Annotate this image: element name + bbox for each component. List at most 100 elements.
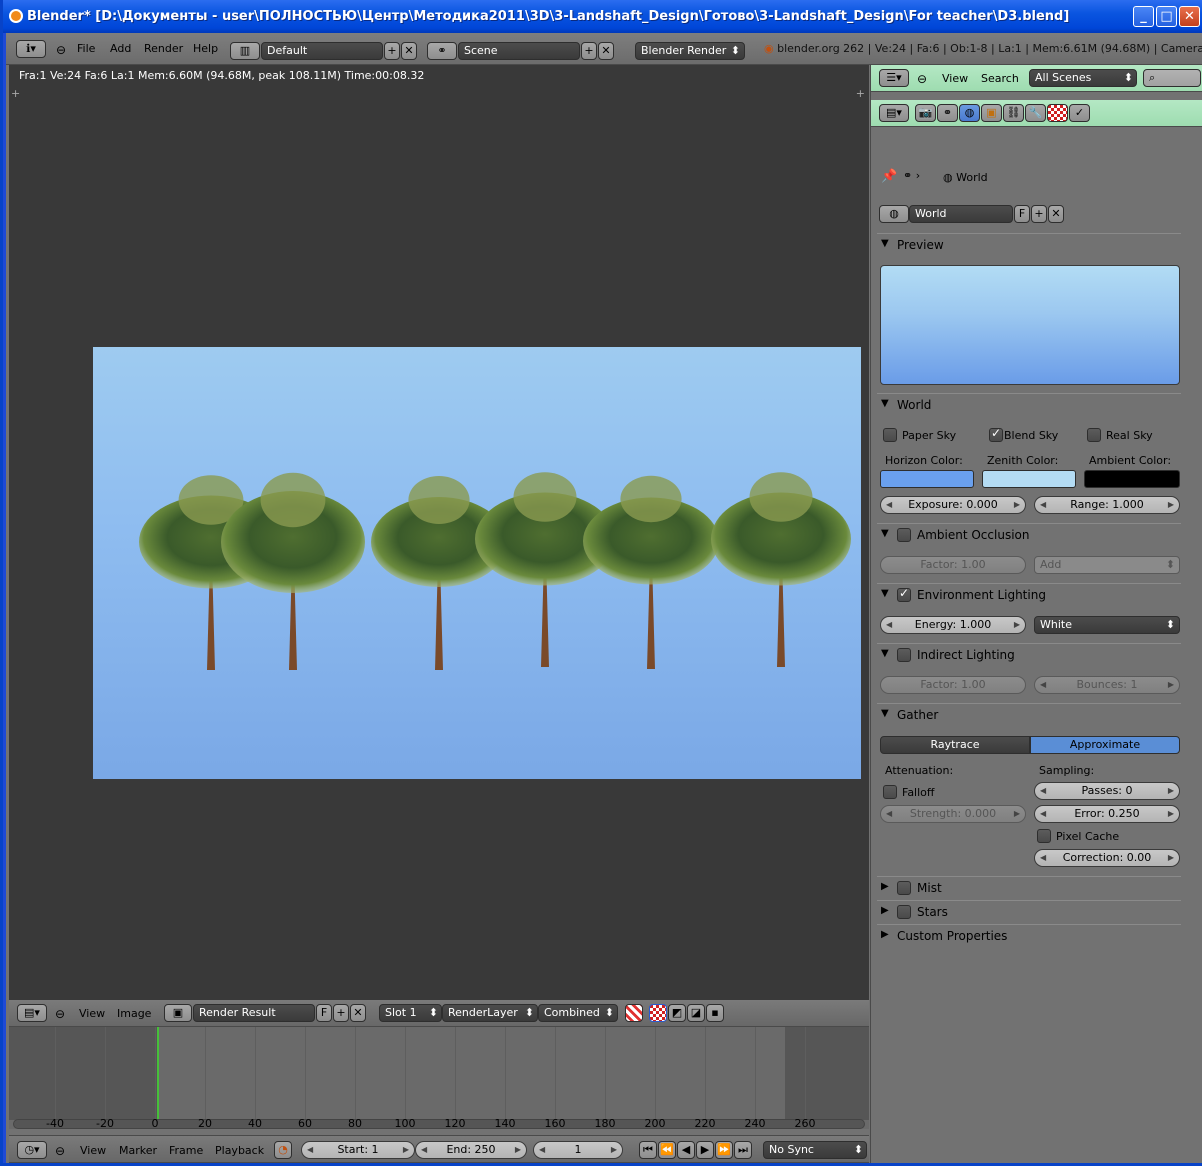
indirect-panel-header[interactable]: ▼ Indirect Lighting <box>877 643 1181 665</box>
ao-blend-dropdown[interactable]: Add ⬍ <box>1034 556 1180 574</box>
menu-timeline-view[interactable]: View <box>80 1139 106 1165</box>
menu-marker[interactable]: Marker <box>119 1139 157 1165</box>
minimize-button[interactable]: _ <box>1133 6 1154 27</box>
new-image-icon[interactable]: + <box>333 1004 349 1022</box>
draw-zbuffer-icon[interactable]: ▪ <box>706 1004 724 1022</box>
next-keyframe-icon[interactable]: ⏩ <box>715 1141 733 1159</box>
menu-add[interactable]: Add <box>110 37 131 68</box>
paint-icon[interactable] <box>625 1004 643 1022</box>
editor-type-properties-icon[interactable]: ▤▾ <box>879 104 909 122</box>
screen-layout-icon[interactable]: ▥ <box>230 42 260 60</box>
passes-field[interactable]: ◀ Passes: 0 ▶ <box>1034 782 1180 800</box>
scene-icon[interactable]: ⚭ <box>427 42 457 60</box>
start-frame-field[interactable]: ◀ Start: 1 ▶ <box>301 1141 415 1159</box>
unlink-image-icon[interactable]: ✕ <box>350 1004 366 1022</box>
ao-checkbox[interactable] <box>897 528 911 542</box>
indirect-checkbox[interactable] <box>897 648 911 662</box>
real-sky-checkbox[interactable] <box>1087 428 1101 442</box>
menu-file[interactable]: File <box>77 37 95 68</box>
end-frame-field[interactable]: ◀ End: 250 ▶ <box>415 1141 527 1159</box>
add-layout-icon[interactable]: + <box>384 42 400 60</box>
menu-playback[interactable]: Playback <box>215 1139 264 1165</box>
outliner-view-menu[interactable]: View <box>942 67 968 93</box>
sync-dropdown[interactable]: No Sync ⬍ <box>763 1141 867 1159</box>
render-layer-dropdown[interactable]: RenderLayer ⬍ <box>442 1004 538 1022</box>
raytrace-button[interactable]: Raytrace <box>880 736 1030 754</box>
outliner-search-field[interactable]: ⌕ <box>1143 69 1201 87</box>
tab-physics-icon[interactable]: ✓ <box>1069 104 1090 122</box>
tab-texture-icon[interactable] <box>1047 104 1068 122</box>
plus-corner-icon[interactable]: + <box>11 87 20 100</box>
menu-view[interactable]: View <box>79 1002 105 1028</box>
mist-checkbox[interactable] <box>897 881 911 895</box>
error-field[interactable]: ◀ Error: 0.250 ▶ <box>1034 805 1180 823</box>
slot-dropdown[interactable]: Slot 1 ⬍ <box>379 1004 442 1022</box>
timeline-area[interactable]: -40 -20 0 20 40 60 80 100 120 140 160 180 200 220 240 2… <box>9 1027 869 1130</box>
stars-panel-header[interactable]: ▶ Stars <box>877 900 1181 922</box>
tab-constraints-icon[interactable]: ⛓ <box>1003 104 1024 122</box>
horizon-color-swatch[interactable] <box>880 470 974 488</box>
pin-icon[interactable]: 📌 <box>881 169 897 184</box>
tab-object-icon[interactable]: ▣ <box>981 104 1002 122</box>
world-name-field[interactable]: World <box>909 205 1013 223</box>
world-panel-header[interactable]: ▼ World <box>877 393 1181 415</box>
ao-factor-field[interactable]: Factor: 1.00 <box>880 556 1026 574</box>
tab-render-icon[interactable]: 📷 <box>915 104 936 122</box>
tab-modifiers-icon[interactable]: 🔧 <box>1025 104 1046 122</box>
zenith-color-swatch[interactable] <box>982 470 1076 488</box>
custom-properties-header[interactable]: ▶ Custom Properties <box>877 924 1181 946</box>
remove-scene-icon[interactable]: ✕ <box>598 42 614 60</box>
add-scene-icon[interactable]: + <box>581 42 597 60</box>
collapse-outliner-icon[interactable]: ⊖ <box>917 67 927 93</box>
image-browse-icon[interactable]: ▣ <box>164 1004 192 1022</box>
menu-frame[interactable]: Frame <box>169 1139 203 1165</box>
tab-world-icon[interactable]: ◍ <box>959 104 980 122</box>
env-panel-header[interactable]: ▼ Environment Lighting <box>877 583 1181 605</box>
mist-panel-header[interactable]: ▶ Mist <box>877 876 1181 898</box>
fake-user-button[interactable]: F <box>316 1004 332 1022</box>
collapse-timeline-icon[interactable]: ⊖ <box>55 1139 65 1165</box>
pixel-cache-checkbox[interactable] <box>1037 829 1051 843</box>
indirect-bounces-field[interactable]: ◀ Bounces: 1 ▶ <box>1034 676 1180 694</box>
approximate-button[interactable]: Approximate <box>1030 736 1180 754</box>
image-editor-area[interactable]: Fra:1 Ve:24 Fa:6 La:1 Mem:6.60M (94.68M,… <box>9 65 869 1033</box>
world-browse-icon[interactable]: ◍ <box>879 205 909 223</box>
render-pass-dropdown[interactable]: Combined ⬍ <box>538 1004 618 1022</box>
current-frame-field[interactable]: ◀ 1 ▶ <box>533 1141 623 1159</box>
scene-field[interactable]: Scene <box>458 42 580 60</box>
display-mode-dropdown[interactable]: All Scenes ⬍ <box>1029 69 1137 87</box>
close-button[interactable]: ✕ <box>1179 6 1200 27</box>
layout-field[interactable]: Default <box>261 42 383 60</box>
menu-render[interactable]: Render <box>144 37 183 68</box>
play-icon[interactable]: ▶ <box>696 1141 714 1159</box>
render-engine-dropdown[interactable]: Blender Render ⬍ <box>635 42 745 60</box>
menu-image[interactable]: Image <box>117 1002 151 1028</box>
editor-type-image-icon[interactable]: ▤▾ <box>17 1004 47 1022</box>
editor-type-info-icon[interactable]: ℹ▾ <box>16 40 46 58</box>
menu-help[interactable]: Help <box>193 37 218 68</box>
world-fake-user-button[interactable]: F <box>1014 205 1030 223</box>
play-reverse-icon[interactable]: ◀ <box>677 1141 695 1159</box>
remove-layout-icon[interactable]: ✕ <box>401 42 417 60</box>
exposure-field[interactable]: ◀ Exposure: 0.000 ▶ <box>880 496 1026 514</box>
env-energy-field[interactable]: ◀ Energy: 1.000 ▶ <box>880 616 1026 634</box>
maximize-button[interactable]: □ <box>1156 6 1177 27</box>
correction-field[interactable]: ◀ Correction: 0.00 ▶ <box>1034 849 1180 867</box>
gather-panel-header[interactable]: ▼ Gather <box>877 703 1181 725</box>
image-name-field[interactable]: Render Result <box>193 1004 315 1022</box>
falloff-checkbox[interactable] <box>883 785 897 799</box>
indirect-factor-field[interactable]: Factor: 1.00 <box>880 676 1026 694</box>
unlink-world-icon[interactable]: ✕ <box>1048 205 1064 223</box>
add-world-icon[interactable]: + <box>1031 205 1047 223</box>
draw-rgb-alpha-icon[interactable] <box>649 1004 667 1022</box>
plus-corner-right-icon[interactable]: + <box>856 87 865 100</box>
editor-type-timeline-icon[interactable]: ◷▾ <box>17 1141 47 1159</box>
stars-checkbox[interactable] <box>897 905 911 919</box>
collapse-image-icon[interactable]: ⊖ <box>55 1002 65 1028</box>
record-keyframe-icon[interactable]: ◔ <box>274 1141 292 1159</box>
jump-start-icon[interactable]: ⏮ <box>639 1141 657 1159</box>
env-color-dropdown[interactable]: White ⬍ <box>1034 616 1180 634</box>
range-field[interactable]: ◀ Range: 1.000 ▶ <box>1034 496 1180 514</box>
draw-alpha-icon[interactable]: ◪ <box>687 1004 705 1022</box>
current-frame-indicator[interactable] <box>157 1027 159 1120</box>
